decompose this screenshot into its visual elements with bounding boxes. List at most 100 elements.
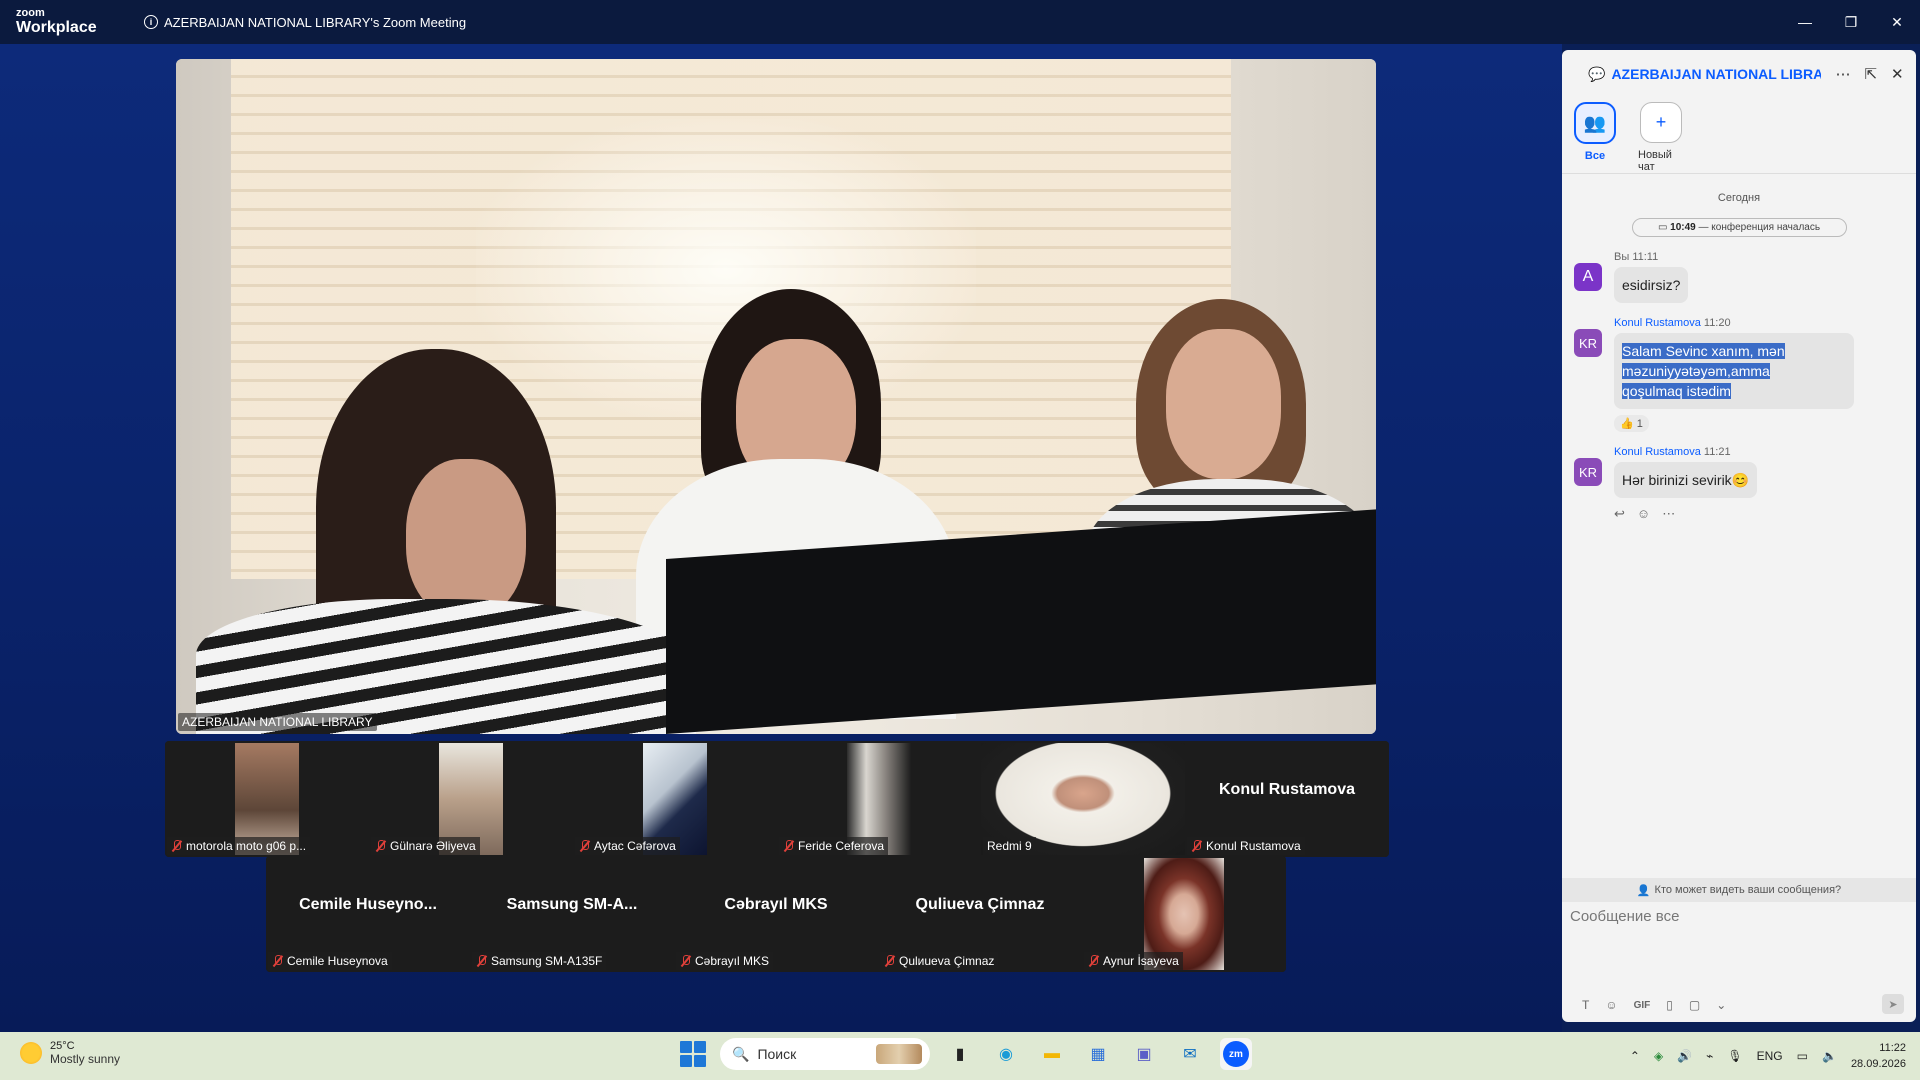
add-reaction-icon[interactable]: ☺ — [1637, 506, 1650, 522]
windows-start-icon[interactable] — [680, 1041, 706, 1067]
tab-all[interactable]: 👥 Все — [1572, 98, 1618, 173]
window-controls: — ❐ ✕ — [1782, 0, 1920, 44]
chat-title[interactable]: AZERBAIJAN NATIONAL LIBRA... — [1611, 66, 1821, 82]
meeting-started-notice: ▭ 10:49 — конференция началась — [1631, 218, 1847, 237]
participant-tile[interactable]: Samsung SM-A... Samsung SM-A135F — [470, 856, 674, 972]
zoom-taskbar-icon[interactable]: zm — [1220, 1038, 1252, 1070]
speaker-icon[interactable]: 🔈 — [1822, 1049, 1837, 1063]
meeting-start-text: — конференция началась — [1695, 222, 1821, 233]
participant-tile[interactable]: Konul Rustamova Konul Rustamova — [1185, 741, 1389, 857]
message-input[interactable]: Сообщение все — [1570, 908, 1679, 925]
text-format-icon[interactable]: T — [1582, 998, 1589, 1012]
task-view-icon[interactable]: ▮ — [944, 1038, 976, 1070]
participant-name: Cəbrayıl MKS — [695, 954, 770, 968]
thumbs-up-reaction[interactable]: 👍 1 — [1614, 415, 1649, 432]
taskbar-search[interactable]: 🔍 Поиск — [720, 1038, 930, 1070]
send-button[interactable]: ➤ — [1882, 994, 1904, 1014]
zoom-workplace-logo: zoom Workplace — [16, 8, 116, 36]
message-sender: Вы — [1614, 251, 1630, 263]
participant-tile[interactable]: motorola moto g06 p... — [165, 741, 369, 857]
chevron-down-icon[interactable]: ⌄ — [1716, 998, 1726, 1012]
screenshot-icon[interactable]: ▢ — [1689, 998, 1700, 1012]
message-time: 11:21 — [1703, 446, 1731, 458]
file-icon[interactable]: ▯ — [1666, 998, 1673, 1012]
teams-icon[interactable]: ▣ — [1128, 1038, 1160, 1070]
reply-icon[interactable]: ↩ — [1614, 506, 1625, 522]
sun-icon — [20, 1042, 42, 1064]
chat-message[interactable]: KR Konul Rustamova 11:21 Hər birinizi se… — [1574, 446, 1916, 522]
message-bubble: esidirsiz? — [1614, 267, 1689, 303]
participant-tile[interactable]: Cemile Huseyno... Cemile Huseynova — [266, 856, 470, 972]
participant-tile[interactable]: Aynur İsayeva — [1082, 856, 1286, 972]
gallery-row-1: motorola moto g06 p... Gülnarə Əliyeva A… — [165, 741, 1389, 857]
plus-icon: + — [1640, 102, 1682, 143]
participant-tile[interactable]: Feride Ceferova — [777, 741, 981, 857]
close-chat-icon[interactable]: ✕ — [1891, 65, 1904, 83]
language-indicator[interactable]: ENG — [1757, 1049, 1783, 1063]
tab-label: Все — [1584, 150, 1606, 162]
microphone-icon[interactable]: 🎙 — [1727, 1049, 1742, 1063]
participant-label: Redmi 9 — [983, 837, 1036, 855]
taskbar-apps: 🔍 Поиск ▮ ◉ ▬ ▦ ▣ ✉ zm — [680, 1038, 1252, 1070]
person-right-face — [1166, 329, 1281, 479]
participant-tile[interactable]: Redmi 9 — [981, 741, 1185, 857]
weather-widget[interactable]: 25°C Mostly sunny — [20, 1040, 120, 1066]
message-sender[interactable]: Konul Rustamova — [1614, 317, 1701, 329]
outlook-icon[interactable]: ✉ — [1174, 1038, 1206, 1070]
security-icon[interactable]: ◈ — [1654, 1049, 1663, 1063]
minimize-button[interactable]: — — [1782, 0, 1828, 44]
meeting-info-icon[interactable]: i — [144, 15, 158, 29]
file-explorer-icon[interactable]: ▬ — [1036, 1038, 1068, 1070]
mic-muted-icon — [783, 840, 794, 852]
participant-name: Gülnarə Əliyeva — [390, 839, 476, 853]
participant-display-name: Quliueva Çimnaz — [915, 896, 1045, 913]
edge-browser-icon[interactable]: ◉ — [990, 1038, 1022, 1070]
video-camera-icon: ▭ — [1657, 222, 1671, 233]
participant-tile[interactable]: Aytac Cəfərova — [573, 741, 777, 857]
people-icon: 👥 — [1574, 102, 1616, 144]
display-icon[interactable]: ▭ — [1797, 1049, 1808, 1063]
chat-panel: 💬 AZERBAIJAN NATIONAL LIBRA... ⋯ ⇱ ✕ 👥 В… — [1562, 50, 1916, 1022]
temperature: 25°C — [50, 1040, 75, 1052]
participant-label: Feride Ceferova — [779, 837, 889, 855]
network-icon[interactable]: ⌁ — [1706, 1049, 1713, 1063]
tab-new-chat[interactable]: + Новый чат — [1638, 98, 1684, 173]
window-title: AZERBAIJAN NATIONAL LIBRARY's Zoom Meeti… — [164, 14, 467, 30]
message-sender[interactable]: Konul Rustamova — [1614, 446, 1701, 458]
store-icon[interactable]: ▦ — [1082, 1038, 1114, 1070]
participant-name: Konul Rustamova — [1206, 839, 1301, 853]
message-meta: Konul Rustamova 11:21 — [1614, 446, 1916, 458]
participant-name: Redmi 9 — [987, 839, 1032, 853]
pop-out-icon[interactable]: ⇱ — [1864, 65, 1877, 83]
more-actions-icon[interactable]: ⋯ — [1662, 506, 1675, 522]
participant-name: Aynur İsayeva — [1103, 954, 1179, 968]
participant-tile[interactable]: Cəbrayıl MKS Cəbrayıl MKS — [674, 856, 878, 972]
mic-muted-icon — [884, 955, 895, 967]
title-bar: zoom Workplace i AZERBAIJAN NATIONAL LIB… — [0, 0, 1920, 44]
close-window-button[interactable]: ✕ — [1874, 0, 1920, 44]
gif-button[interactable]: GIF — [1634, 1000, 1651, 1011]
meeting-start-time: 10:49 — [1670, 222, 1696, 233]
message-visibility-notice[interactable]: 👤 Кто может видеть ваши сообщения? — [1562, 878, 1916, 902]
chevron-up-icon[interactable]: ⌃ — [1630, 1049, 1640, 1063]
avatar: KR — [1574, 458, 1602, 486]
emoji-icon[interactable]: ☺ — [1605, 998, 1617, 1012]
clock-time: 11:22 — [1879, 1042, 1906, 1054]
weather-condition: Mostly sunny — [50, 1052, 121, 1066]
mic-muted-icon — [272, 955, 283, 967]
more-options-icon[interactable]: ⋯ — [1835, 65, 1850, 83]
search-icon: 🔍 — [732, 1045, 750, 1062]
participant-label: Samsung SM-A135F — [472, 952, 607, 970]
restore-button[interactable]: ❐ — [1828, 0, 1874, 44]
mic-muted-icon — [1088, 955, 1099, 967]
participant-tile[interactable]: Gülnarə Əliyeva — [369, 741, 573, 857]
participant-label: Konul Rustamova — [1187, 837, 1305, 855]
volume-icon[interactable]: 🔊 — [1677, 1049, 1692, 1063]
chat-message[interactable]: KR Konul Rustamova 11:20 Salam Sevinc xa… — [1574, 317, 1916, 432]
person-lock-icon: 👤 — [1636, 884, 1651, 897]
main-speaker-video[interactable]: AZERBAIJAN NATIONAL LIBRARY — [176, 59, 1376, 734]
chat-message[interactable]: A Вы 11:11 esidirsiz? — [1574, 251, 1916, 303]
clock[interactable]: 11:22 28.09.2026 — [1851, 1040, 1906, 1072]
participant-tile[interactable]: Quliueva Çimnaz Qulиueva Çimnaz — [878, 856, 1082, 972]
participant-name: motorola moto g06 p... — [186, 839, 307, 853]
